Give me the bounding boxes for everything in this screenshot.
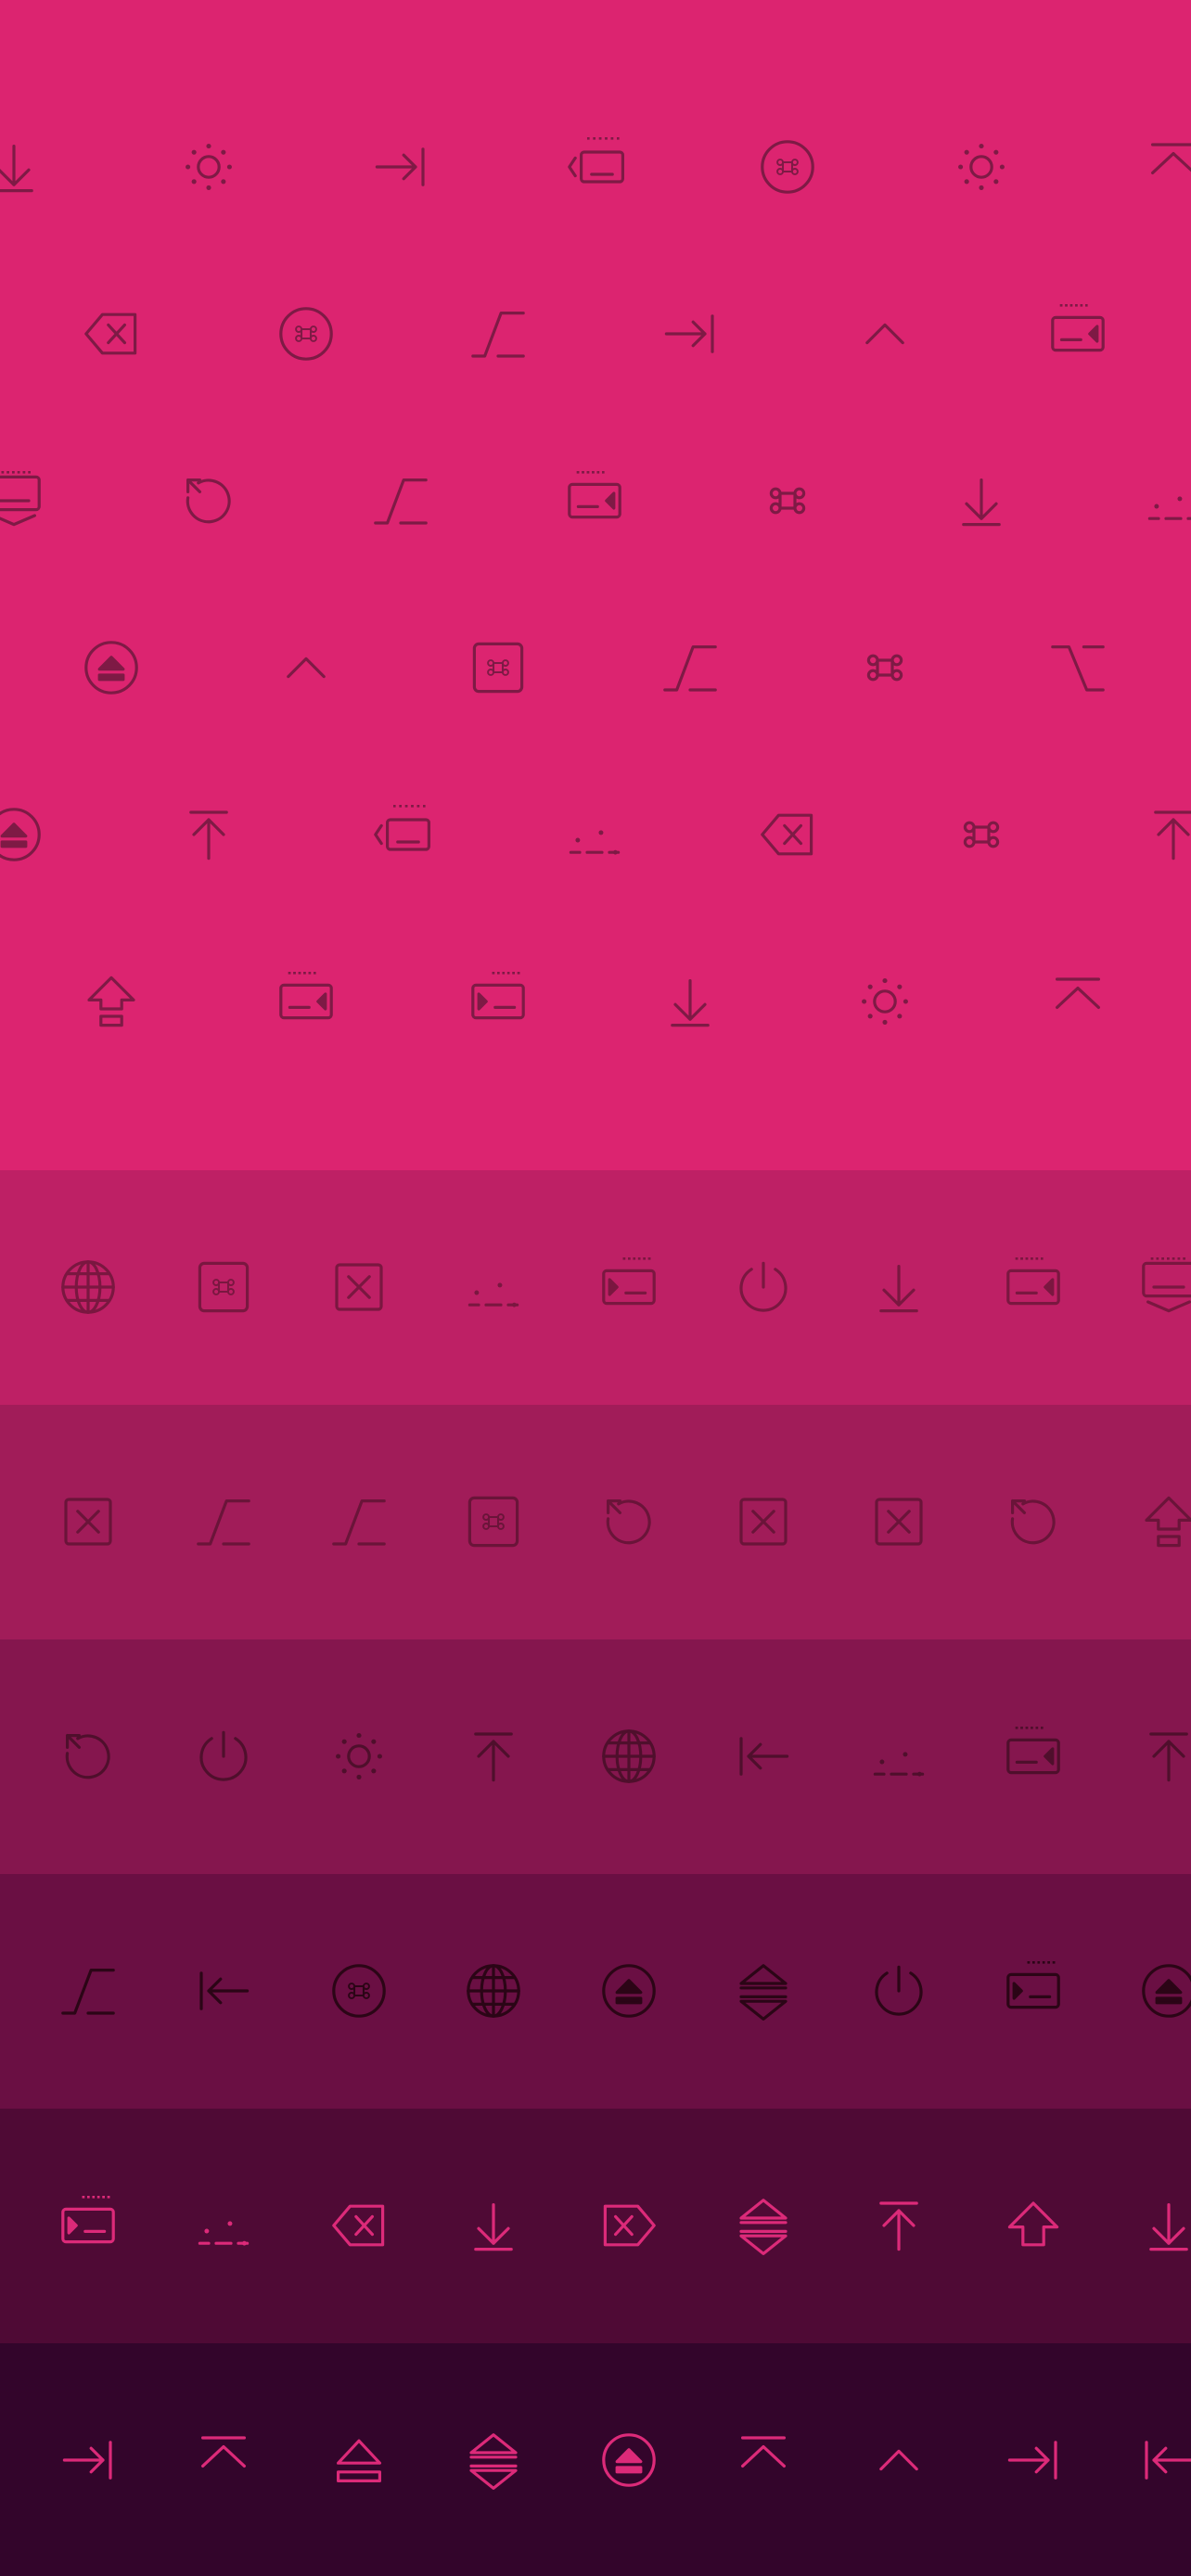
color-band <box>0 1170 1191 1405</box>
download-icon <box>869 1257 928 1317</box>
function-icon <box>329 1492 389 1551</box>
power-icon <box>194 1727 253 1786</box>
brightness-low-icon <box>194 2196 253 2255</box>
tab-left-icon <box>1139 2430 1191 2490</box>
close-square-icon <box>329 1257 389 1317</box>
globe-icon <box>464 1961 523 2021</box>
shift-icon <box>1004 2196 1063 2255</box>
keyboard-left-icon <box>1004 1257 1063 1317</box>
tab-left-icon <box>194 1961 253 2021</box>
eject-circle-icon <box>1139 1961 1191 2021</box>
brightness-icon <box>329 1727 389 1786</box>
expand-collapse-icon <box>734 2196 793 2255</box>
tab-right-icon <box>58 2430 118 2490</box>
keyboard-right-icon <box>599 1257 659 1317</box>
expand-collapse-icon <box>464 2430 523 2490</box>
download-icon <box>660 972 720 1031</box>
delete-right-icon <box>599 2196 659 2255</box>
keyboard-left-icon <box>276 972 336 1031</box>
eject-bar-icon <box>734 2430 793 2490</box>
icon-row <box>0 501 1191 695</box>
expand-collapse-icon <box>734 1961 793 2021</box>
globe-icon <box>58 1257 118 1317</box>
refresh-icon <box>58 1727 118 1786</box>
tab-left-icon <box>734 1727 793 1786</box>
function-icon <box>58 1961 118 2021</box>
upload-icon <box>869 2196 928 2255</box>
eject-circle-icon <box>599 2430 659 2490</box>
color-band <box>0 1639 1191 1874</box>
close-square-icon <box>734 1492 793 1551</box>
color-band <box>0 2343 1191 2576</box>
power-icon <box>869 1961 928 2021</box>
upload-icon <box>1139 1727 1191 1786</box>
top-section <box>0 0 1191 1170</box>
delete-icon <box>329 2196 389 2255</box>
eject-icon <box>329 2430 389 2490</box>
icon-row <box>0 835 1191 1027</box>
eject-circle-icon <box>599 1961 659 2021</box>
icon-pattern-canvas <box>0 0 1191 2576</box>
keyboard-left-icon <box>1004 1727 1063 1786</box>
function-icon <box>194 1492 253 1551</box>
shift-lock-icon <box>82 972 141 1031</box>
keyboard-right-icon <box>468 972 528 1031</box>
icon-row <box>0 0 1191 194</box>
icon-row <box>0 167 1191 361</box>
icon-row <box>0 668 1191 861</box>
refresh-icon <box>599 1492 659 1551</box>
download-icon <box>464 2196 523 2255</box>
color-band <box>0 1405 1191 1639</box>
eject-bar-icon <box>194 2430 253 2490</box>
keyboard-right-icon <box>58 2196 118 2255</box>
upload-icon <box>464 1727 523 1786</box>
control-caret-icon <box>869 2430 928 2490</box>
globe-icon <box>599 1727 659 1786</box>
close-square-icon <box>58 1492 118 1551</box>
command-square-icon <box>464 1492 523 1551</box>
color-band <box>0 1874 1191 2109</box>
keyboard-right-icon <box>1004 1961 1063 2021</box>
brightness-icon <box>855 972 915 1031</box>
command-square-icon <box>194 1257 253 1317</box>
close-square-icon <box>869 1492 928 1551</box>
shift-lock-icon <box>1139 1492 1191 1551</box>
download-icon <box>1139 2196 1191 2255</box>
eject-bar-icon <box>1048 972 1108 1031</box>
icon-row <box>0 334 1191 527</box>
refresh-icon <box>1004 1492 1063 1551</box>
color-band <box>0 2109 1191 2343</box>
brightness-low-icon <box>869 1727 928 1786</box>
tab-right-icon <box>1004 2430 1063 2490</box>
power-icon <box>734 1257 793 1317</box>
brightness-low-icon <box>464 1257 523 1317</box>
command-circle-icon <box>329 1961 389 2021</box>
keyboard-hide-icon <box>1139 1257 1191 1317</box>
